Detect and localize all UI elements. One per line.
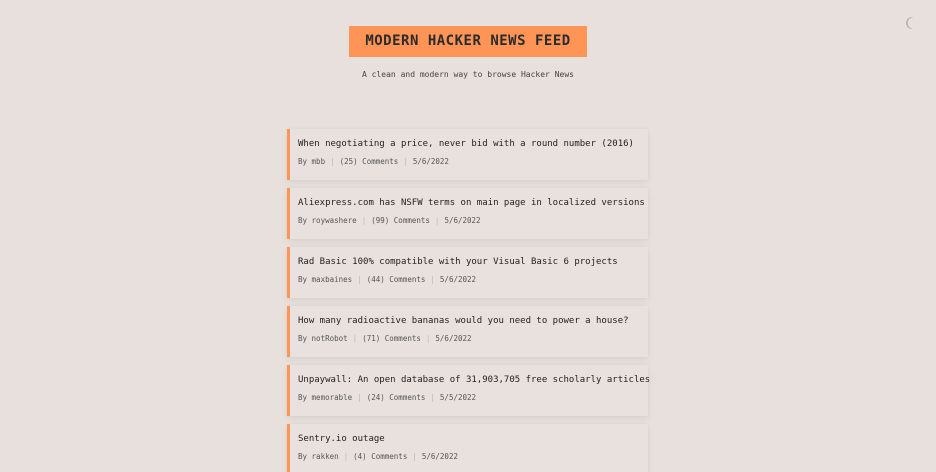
- story-author[interactable]: By notRobot: [298, 334, 348, 343]
- story-comments-link[interactable]: (99) Comments: [371, 216, 430, 225]
- story-meta: By memorable | (24) Comments | 5/5/2022: [298, 393, 648, 403]
- meta-divider: |: [343, 452, 349, 461]
- story-title-link[interactable]: Aliexpress.com has NSFW terms on main pa…: [298, 197, 648, 209]
- story-meta: By roywashere | (99) Comments | 5/6/2022: [298, 216, 648, 226]
- meta-divider: |: [357, 275, 362, 284]
- meta-divider: |: [352, 334, 358, 343]
- meta-divider: |: [403, 157, 408, 166]
- story-author[interactable]: By mbb: [298, 157, 325, 166]
- story-date: 5/5/2022: [439, 393, 477, 402]
- story-meta: By maxbaines | (44) Comments | 5/6/2022: [298, 275, 648, 285]
- meta-divider: |: [430, 393, 435, 402]
- story-date: 5/6/2022: [444, 216, 481, 225]
- story-author[interactable]: By maxbaines: [298, 275, 352, 284]
- meta-divider: |: [357, 393, 362, 402]
- story-meta: By rakken | (4) Comments | 5/6/2022: [298, 452, 648, 462]
- meta-divider: |: [361, 216, 367, 225]
- story-meta: By notRobot | (71) Comments | 5/6/2022: [298, 334, 648, 344]
- story-card[interactable]: Rad Basic 100% compatible with your Visu…: [287, 247, 648, 298]
- meta-divider: |: [434, 216, 440, 225]
- story-author[interactable]: By roywashere: [298, 216, 357, 225]
- meta-divider: |: [425, 334, 431, 343]
- story-date: 5/6/2022: [421, 452, 458, 461]
- page: MODERN HACKER NEWS FEED A clean and mode…: [0, 0, 936, 472]
- story-card[interactable]: Sentry.io outage By rakken | (4) Comments |…: [287, 424, 648, 472]
- story-comments-link[interactable]: (4) Comments: [353, 452, 407, 461]
- story-date: 5/6/2022: [435, 334, 472, 343]
- story-date: 5/6/2022: [412, 157, 449, 166]
- story-meta: By mbb | (25) Comments | 5/6/2022: [298, 157, 648, 167]
- story-feed: When negotiating a price, never bid with…: [287, 129, 650, 472]
- story-comments-link[interactable]: (44) Comments: [367, 275, 426, 284]
- story-comments-link[interactable]: (71) Comments: [362, 334, 421, 343]
- page-subtitle: A clean and modern way to browse Hacker …: [362, 70, 574, 79]
- story-card[interactable]: Unpaywall: An open database of 31,903,70…: [287, 365, 650, 416]
- story-card[interactable]: Aliexpress.com has NSFW terms on main pa…: [287, 188, 648, 239]
- story-author[interactable]: By memorable: [298, 393, 352, 402]
- story-title-link[interactable]: When negotiating a price, never bid with…: [298, 138, 648, 150]
- story-card[interactable]: When negotiating a price, never bid with…: [287, 129, 648, 180]
- story-comments-link[interactable]: (25) Comments: [340, 157, 399, 166]
- header: MODERN HACKER NEWS FEED A clean and mode…: [0, 26, 936, 79]
- story-date: 5/6/2022: [439, 275, 477, 284]
- story-card[interactable]: How many radioactive bananas would you n…: [287, 306, 648, 357]
- story-title-link[interactable]: Unpaywall: An open database of 31,903,70…: [298, 374, 650, 386]
- page-title: MODERN HACKER NEWS FEED: [349, 26, 587, 57]
- story-author[interactable]: By rakken: [298, 452, 339, 461]
- story-title-link[interactable]: How many radioactive bananas would you n…: [298, 315, 648, 327]
- story-comments-link[interactable]: (24) Comments: [367, 393, 426, 402]
- meta-divider: |: [330, 157, 335, 166]
- meta-divider: |: [412, 452, 417, 461]
- story-title-link[interactable]: Sentry.io outage: [298, 433, 648, 445]
- story-title-link[interactable]: Rad Basic 100% compatible with your Visu…: [298, 256, 648, 268]
- meta-divider: |: [430, 275, 435, 284]
